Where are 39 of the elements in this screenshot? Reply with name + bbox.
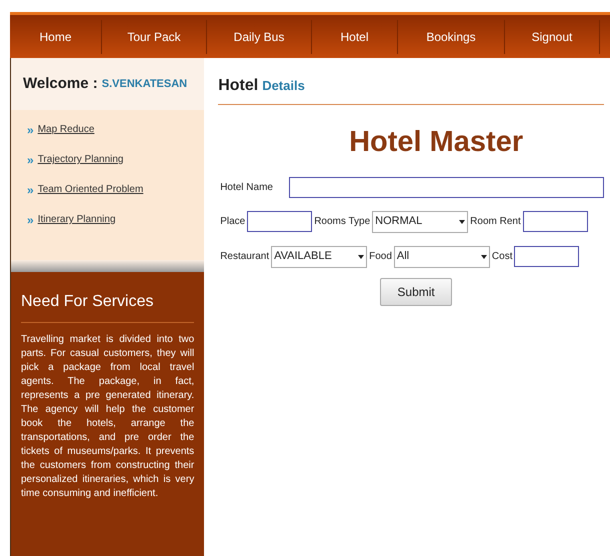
field-label: Food (369, 250, 392, 264)
field-label: Rooms Type (314, 215, 370, 229)
services-title: Need For Services (21, 290, 194, 323)
input-field[interactable] (522, 211, 588, 232)
nav-link[interactable]: Bookings (426, 28, 476, 46)
submit-button[interactable]: Submit (380, 278, 452, 306)
nav-link[interactable]: Tour Pack (127, 28, 181, 46)
field-label: Restaurant (220, 250, 270, 264)
bullet-icon: » (27, 154, 34, 166)
welcome-label: Welcome : (23, 74, 98, 94)
sidebar-link[interactable]: Map Reduce (38, 122, 94, 137)
section-subtitle: Details (262, 77, 305, 95)
field-label: Room Rent (470, 215, 521, 229)
services-text: Travelling market is divided into two parts. For casual customers, they will pick a package from local travel agents. The package, in fact, represents a pre generated itinerary. The agency will help the customer book the hotels, arrange the transportations, and pre order the tickets of museums/parks. It prevents the customers from constructing their personalized itineraries, which is very time consuming and inefficient. (21, 333, 194, 501)
bullet-icon: » (27, 184, 34, 196)
field-label: Hotel Name (220, 180, 273, 194)
sidebar-link[interactable]: Itinerary Planning (38, 212, 116, 227)
input-field[interactable] (247, 211, 312, 232)
sidebar-link[interactable]: Team Oriented Problem (38, 182, 144, 197)
dropdown[interactable]: All (394, 246, 490, 268)
sidebar-link[interactable]: Trajectory Planning (38, 152, 124, 167)
nav-link[interactable]: Signout (532, 28, 572, 46)
section-title: Hotel (218, 76, 258, 96)
input-field[interactable] (289, 176, 604, 198)
caret-icon (358, 254, 364, 258)
field-label: Place (220, 215, 246, 229)
bullet-icon: » (27, 124, 34, 136)
dropdown[interactable]: NORMAL (372, 210, 468, 232)
dropdown[interactable]: AVAILABLE (271, 246, 368, 268)
user-name: S.VENKATESAN (102, 76, 188, 92)
nav-link[interactable]: Daily Bus (234, 28, 284, 46)
input-field[interactable] (514, 246, 580, 267)
bullet-icon: » (27, 214, 34, 226)
caret-icon (480, 254, 487, 258)
nav-link[interactable]: Home (39, 28, 72, 46)
caret-icon (459, 220, 466, 224)
field-label: Cost (492, 250, 512, 264)
nav-link[interactable]: Hotel (340, 28, 368, 46)
form-title: Hotel Master (348, 125, 524, 160)
